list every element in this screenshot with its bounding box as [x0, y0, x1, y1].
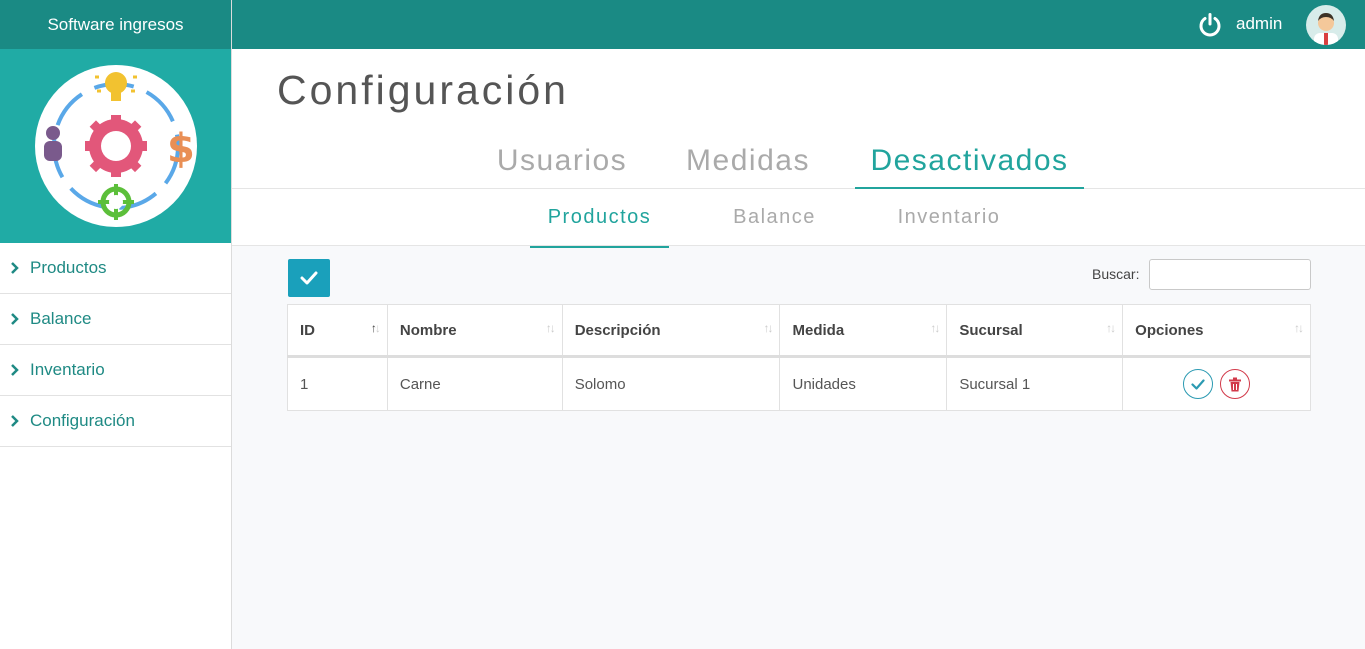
products-table: ID ↑↓ Nombre ↑↓ Descripción ↑↓ Medida ↑↓… — [287, 304, 1311, 411]
column-header-nombre[interactable]: Nombre ↑↓ — [386, 304, 563, 358]
subtab-productos[interactable]: Productos — [530, 190, 669, 248]
column-header-opciones[interactable]: Opciones ↑↓ — [1122, 304, 1311, 358]
sort-icon: ↑↓ — [1106, 321, 1116, 335]
svg-text:$: $ — [167, 126, 195, 172]
sidebar-item-label: Productos — [30, 258, 107, 277]
column-header-id[interactable]: ID ↑↓ — [287, 304, 388, 358]
software-logo-icon: $ — [34, 65, 197, 227]
column-header-label: Nombre — [399, 321, 457, 339]
search-input[interactable] — [1149, 259, 1311, 290]
power-icon[interactable] — [1197, 12, 1223, 38]
activate-selected-button[interactable] — [288, 259, 330, 297]
check-icon — [300, 271, 318, 285]
username[interactable]: admin — [1236, 14, 1282, 34]
cell-medida: Unidades — [779, 356, 948, 411]
column-header-label: Medida — [792, 321, 845, 339]
main-tabs: Usuarios Medidas Desactivados — [232, 136, 1365, 189]
top-bar: admin — [232, 0, 1365, 49]
column-header-label: Sucursal — [959, 321, 1023, 339]
sub-tabs: Productos Balance Inventario — [232, 190, 1365, 248]
sidebar-item-inventario[interactable]: Inventario — [0, 345, 231, 396]
sort-icon: ↑↓ — [545, 321, 556, 335]
trash-icon — [1228, 377, 1241, 391]
sort-icon: ↑↓ — [1294, 321, 1304, 335]
delete-row-button[interactable] — [1219, 369, 1250, 399]
sort-asc-icon: ↑↓ — [370, 321, 381, 335]
column-header-label: ID — [300, 321, 315, 339]
chevron-right-icon — [10, 261, 24, 275]
sidebar-menu: Productos Balance Inventario Configuraci… — [0, 243, 231, 447]
subtab-balance[interactable]: Balance — [717, 190, 832, 246]
tab-medidas[interactable]: Medidas — [673, 136, 823, 189]
sidebar-item-configuracion[interactable]: Configuración — [0, 396, 231, 447]
column-header-label: Opciones — [1135, 321, 1204, 339]
sidebar-item-label: Balance — [30, 309, 92, 328]
activate-row-button[interactable] — [1183, 369, 1214, 399]
sidebar-item-label: Configuración — [30, 411, 135, 430]
user-avatar-icon[interactable] — [1306, 5, 1346, 45]
sidebar-item-label: Inventario — [30, 360, 105, 379]
column-header-descripcion[interactable]: Descripción ↑↓ — [561, 304, 781, 358]
sidebar-item-productos[interactable]: Productos — [0, 243, 231, 294]
sidebar-item-balance[interactable]: Balance — [0, 294, 231, 345]
cell-sucursal: Sucursal 1 — [946, 356, 1124, 411]
table-row: 1 Carne Solomo Unidades Sucursal 1 — [287, 356, 1311, 411]
cell-nombre: Carne — [386, 356, 563, 411]
check-icon — [1191, 378, 1206, 390]
sort-icon: ↑↓ — [763, 321, 773, 335]
chevron-right-icon — [10, 312, 24, 326]
header-area: Configuración Usuarios Medidas Desactiva… — [232, 49, 1365, 248]
table-header-row: ID ↑↓ Nombre ↑↓ Descripción ↑↓ Medida ↑↓… — [287, 304, 1311, 358]
cell-opciones — [1122, 356, 1311, 411]
cell-id: 1 — [287, 356, 388, 411]
chevron-right-icon — [10, 363, 24, 377]
chevron-right-icon — [10, 414, 24, 428]
column-header-medida[interactable]: Medida ↑↓ — [779, 304, 948, 358]
tab-usuarios[interactable]: Usuarios — [487, 136, 637, 189]
sort-icon: ↑↓ — [930, 321, 940, 335]
sidebar: Software ingresos $ Productos Balance In… — [0, 0, 232, 649]
column-header-sucursal[interactable]: Sucursal ↑↓ — [946, 304, 1124, 358]
subtab-inventario[interactable]: Inventario — [884, 190, 1014, 246]
page-title: Configuración — [277, 67, 569, 113]
brand-title: Software ingresos — [0, 0, 231, 49]
tab-desactivados[interactable]: Desactivados — [855, 136, 1084, 189]
search-label: Buscar: — [1092, 266, 1140, 282]
cell-descripcion: Solomo — [561, 356, 781, 411]
logo-panel: $ — [0, 49, 231, 243]
column-header-label: Descripción — [574, 321, 661, 339]
